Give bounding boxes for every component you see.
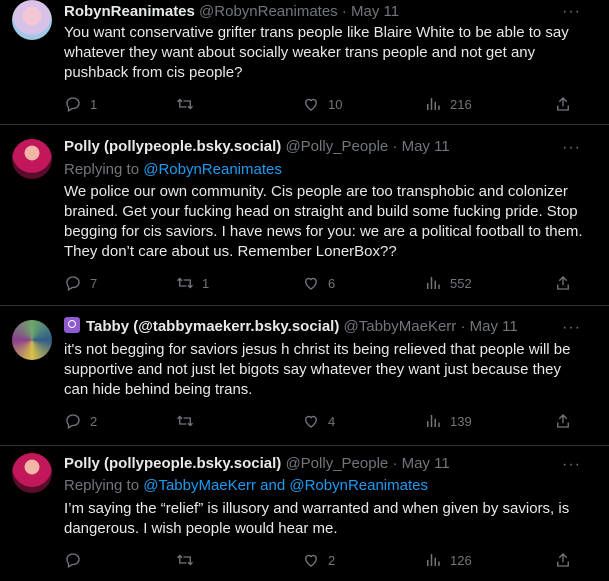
retweet-button[interactable] [176, 551, 212, 569]
timestamp[interactable]: May 11 [470, 318, 518, 335]
reply-mention-link[interactable]: @TabbyMaeKerr and @RobynReanimates [143, 477, 428, 494]
avatar[interactable] [12, 453, 52, 493]
like-count: 4 [328, 413, 336, 429]
retweet-icon [177, 277, 193, 289]
like-count: 6 [328, 275, 336, 291]
share-icon [557, 97, 569, 111]
timestamp[interactable]: May 11 [351, 3, 399, 20]
views-button[interactable]: 126 [424, 551, 472, 569]
views-count: 126 [450, 552, 472, 568]
reply-count: 2 [90, 413, 98, 429]
reply-button[interactable] [64, 551, 100, 569]
timestamp[interactable]: May 11 [402, 455, 450, 472]
views-icon [427, 554, 440, 566]
more-icon[interactable]: ··· [562, 457, 581, 473]
handle[interactable]: @Polly_People [285, 455, 388, 472]
display-name[interactable]: Polly (pollypeople.bsky.social) [64, 455, 281, 472]
like-icon [305, 554, 317, 567]
retweet-button[interactable]: 1 [176, 274, 212, 292]
more-icon[interactable]: ··· [562, 140, 581, 156]
share-icon [557, 553, 569, 567]
reply-icon [66, 553, 80, 568]
reply-icon [66, 97, 80, 112]
retweet-count: 1 [202, 275, 210, 291]
views-button[interactable]: 552 [424, 274, 472, 292]
like-count: 10 [328, 96, 343, 112]
handle[interactable]: @Polly_People [285, 138, 388, 155]
reply-button[interactable]: 1 [64, 95, 100, 113]
share-icon [557, 414, 569, 428]
tweet[interactable]: RobynReanimates @RobynReanimates · May 1… [0, 0, 609, 125]
retweet-icon [177, 98, 193, 110]
emoji-icon [64, 317, 80, 333]
avatar[interactable] [12, 0, 52, 40]
handle[interactable]: @RobynReanimates [199, 3, 338, 20]
action-bar: 1 10 216 [64, 95, 584, 115]
tweet-header: RobynReanimates @RobynReanimates · May 1… [64, 3, 400, 20]
tweet-text: I’m saying the “relief” is illusory and … [64, 500, 570, 537]
reply-icon [66, 276, 80, 291]
share-button[interactable] [554, 551, 580, 569]
reply-icon [66, 414, 80, 429]
views-icon [427, 277, 440, 289]
like-count: 2 [328, 552, 336, 568]
share-button[interactable] [554, 412, 580, 430]
tweet-text: We police our own community. Cis people … [64, 183, 583, 260]
views-button[interactable]: 139 [424, 412, 472, 430]
views-count: 139 [450, 413, 472, 429]
like-icon [305, 98, 317, 111]
replying-to: Replying to @TabbyMaeKerr and @RobynRean… [64, 477, 428, 494]
tweet[interactable]: Polly (pollypeople.bsky.social) @Polly_P… [0, 445, 609, 581]
like-button[interactable]: 4 [302, 412, 338, 430]
retweet-button[interactable] [176, 95, 212, 113]
more-icon[interactable]: ··· [562, 4, 581, 20]
action-bar: 2 126 [64, 551, 584, 571]
more-icon[interactable]: ··· [562, 320, 581, 336]
share-button[interactable] [554, 274, 580, 292]
like-icon [305, 277, 317, 290]
like-button[interactable]: 10 [302, 95, 342, 113]
avatar[interactable] [12, 320, 52, 360]
tweet-header: Polly (pollypeople.bsky.social) @Polly_P… [64, 138, 450, 155]
display-name[interactable]: Tabby (@tabbymaekerr.bsky.social) [86, 318, 339, 335]
share-icon [557, 276, 569, 290]
reply-count: 1 [90, 96, 98, 112]
views-count: 552 [450, 275, 472, 291]
reply-button[interactable]: 7 [64, 274, 100, 292]
like-button[interactable]: 6 [302, 274, 338, 292]
reply-count: 7 [90, 275, 98, 291]
views-count: 216 [450, 96, 472, 112]
reply-mention-link[interactable]: @RobynReanimates [143, 161, 282, 178]
share-button[interactable] [554, 95, 580, 113]
reply-button[interactable]: 2 [64, 412, 100, 430]
display-name[interactable]: RobynReanimates [64, 3, 195, 20]
replying-to: Replying to @RobynReanimates [64, 161, 282, 178]
views-icon [427, 415, 440, 427]
tweet-text: it's not begging for saviors jesus h chr… [64, 341, 571, 398]
views-button[interactable]: 216 [424, 95, 472, 113]
handle[interactable]: @TabbyMaeKerr [344, 318, 457, 335]
views-icon [427, 98, 440, 110]
action-bar: 7 1 6 552 [64, 274, 584, 294]
like-button[interactable]: 2 [302, 551, 338, 569]
retweet-icon [177, 415, 193, 427]
action-bar: 2 4 139 [64, 412, 584, 432]
timestamp[interactable]: May 11 [402, 138, 450, 155]
like-icon [305, 415, 317, 428]
retweet-icon [177, 554, 193, 566]
tweet[interactable]: Tabby (@tabbymaekerr.bsky.social) @Tabby… [0, 305, 609, 446]
display-name[interactable]: Polly (pollypeople.bsky.social) [64, 138, 281, 155]
tweet-header: Polly (pollypeople.bsky.social) @Polly_P… [64, 455, 450, 472]
tweet-text: You want conservative grifter trans peop… [64, 24, 569, 81]
retweet-button[interactable] [176, 412, 212, 430]
tweet-header: Tabby (@tabbymaekerr.bsky.social) @Tabby… [64, 317, 569, 337]
tweet[interactable]: Polly (pollypeople.bsky.social) @Polly_P… [0, 124, 609, 306]
avatar[interactable] [12, 139, 52, 179]
